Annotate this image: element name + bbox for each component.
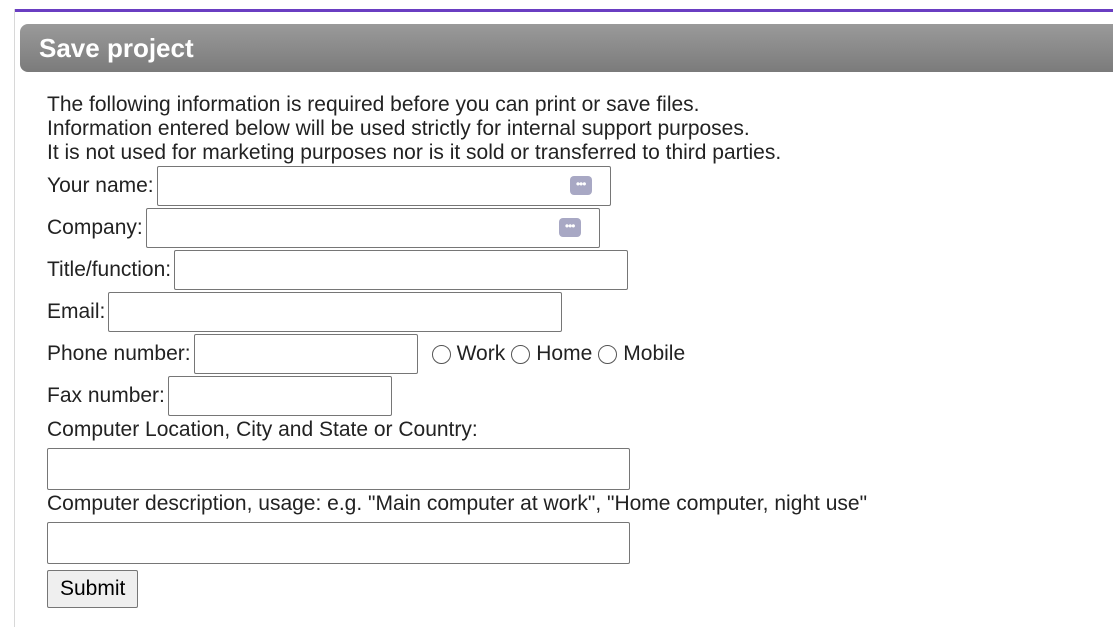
title-label: Title/function: — [47, 258, 172, 281]
phone-row: Phone number: Work Home Mobile — [47, 333, 867, 375]
fax-input[interactable] — [167, 376, 392, 416]
intro-line-2: Information entered below will be used s… — [47, 117, 750, 140]
panel-title: Save project — [39, 32, 194, 63]
fax-row: Fax number: — [47, 375, 867, 417]
description-label: Computer description, usage: e.g. "Main … — [47, 492, 868, 515]
radio-home-label: Home — [536, 342, 593, 365]
autofill-icon[interactable]: ••• — [558, 218, 581, 237]
location-input[interactable] — [47, 448, 630, 490]
phone-input[interactable] — [193, 334, 418, 374]
top-accent-border — [14, 9, 1113, 12]
email-label: Email: — [47, 300, 106, 323]
panel-header: Save project — [20, 24, 1113, 72]
radio-work-label: Work — [456, 342, 506, 365]
company-label: Company: — [47, 216, 143, 239]
name-row: Your name: ••• — [47, 165, 867, 207]
radio-mobile[interactable] — [598, 344, 618, 364]
email-input[interactable] — [108, 292, 563, 332]
autofill-icon[interactable]: ••• — [569, 176, 592, 195]
name-label: Your name: — [47, 174, 154, 197]
location-label: Computer Location, City and State or Cou… — [47, 418, 478, 441]
email-row: Email: — [47, 291, 867, 333]
fax-label: Fax number: — [47, 384, 165, 407]
company-input[interactable]: ••• — [145, 208, 600, 248]
phone-type-radio-group: Work Home Mobile — [428, 342, 688, 366]
intro-line-3: It is not used for marketing purposes no… — [47, 141, 782, 164]
description-input[interactable] — [47, 522, 630, 564]
left-border — [14, 9, 15, 627]
submit-button[interactable]: Submit — [47, 570, 139, 608]
radio-home[interactable] — [511, 344, 531, 364]
phone-label: Phone number: — [47, 342, 191, 365]
radio-work[interactable] — [431, 344, 451, 364]
radio-mobile-label: Mobile — [623, 342, 686, 365]
title-function-input[interactable] — [174, 250, 629, 290]
intro-line-1: The following information is required be… — [47, 93, 700, 116]
title-row: Title/function: — [47, 249, 867, 291]
company-row: Company: ••• — [47, 207, 867, 249]
name-input[interactable]: ••• — [156, 166, 611, 206]
save-project-form: The following information is required be… — [47, 93, 867, 608]
